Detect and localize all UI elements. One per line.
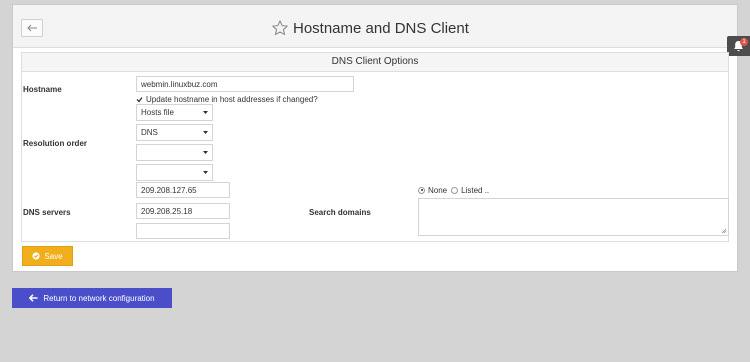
return-button-label: Return to network configuration [43,293,155,303]
caret-down-icon [203,151,208,154]
form-title: DNS Client Options [22,53,728,72]
select-value: Hosts file [141,108,174,117]
caret-down-icon [203,131,208,134]
hostname-label: Hostname [23,85,62,94]
search-domains-label: Search domains [309,208,371,217]
resolution-order-select-3[interactable] [136,144,213,161]
resolution-order-select-2[interactable]: DNS [136,124,213,141]
notification-button[interactable]: 1 [727,36,750,56]
save-button[interactable]: Save [22,246,73,266]
checkmark-icon[interactable] [136,96,143,103]
return-to-network-button[interactable]: Return to network configuration [12,288,172,308]
page-header: Hostname and DNS Client [13,5,737,48]
dns-server-input-3[interactable] [136,223,230,239]
star-icon[interactable] [271,19,289,37]
search-domains-textarea[interactable] [418,198,729,236]
radio-none-label[interactable]: None [428,186,447,195]
title-group: Hostname and DNS Client [271,18,469,38]
back-arrow-icon [27,24,37,32]
select-value: DNS [141,128,158,137]
hostname-input[interactable] [136,76,354,92]
dns-server-input-1[interactable] [136,182,230,198]
radio-none[interactable] [418,186,425,194]
radio-listed-label[interactable]: Listed .. [461,186,489,195]
page-title: Hostname and DNS Client [293,19,469,37]
resolution-order-label: Resolution order [23,139,88,148]
dns-server-input-2[interactable] [136,203,230,219]
caret-down-icon [203,111,208,114]
update-hostname-label: Update hostname in host addresses if cha… [146,94,318,104]
arrow-left-icon [29,294,38,302]
save-button-label: Save [44,251,63,261]
update-hostname-checkbox-row[interactable]: Update hostname in host addresses if cha… [136,94,318,104]
resolution-order-select-1[interactable]: Hosts file [136,104,213,121]
notification-count-badge: 1 [740,38,748,46]
resize-handle-icon[interactable] [721,228,727,234]
resolution-order-select-4[interactable] [136,164,213,181]
check-circle-icon [32,252,40,260]
caret-down-icon [203,171,208,174]
back-button[interactable] [21,19,43,37]
dns-servers-label: DNS servers [23,208,71,217]
radio-listed[interactable] [451,186,459,194]
search-domains-options: None Listed .. [418,185,489,195]
